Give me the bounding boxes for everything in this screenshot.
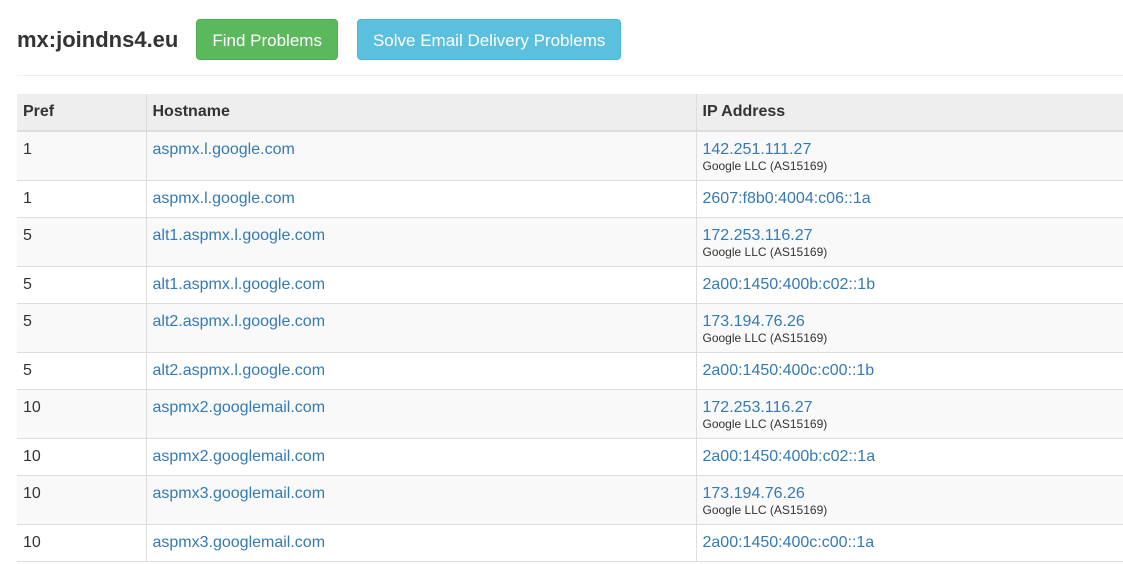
ip-address-link[interactable]: 2a00:1450:400b:c02::1b [703,276,1118,294]
hostname-link[interactable]: aspmx3.googlemail.com [153,485,326,502]
ip-address-cell: 173.194.76.26 Google LLC (AS15169) [695,303,1123,353]
hostname-link[interactable]: alt1.aspmx.l.google.com [153,276,326,293]
hostname-cell: aspmx3.googlemail.com [145,475,696,525]
ip-address-cell: 2a00:1450:400c:c00::1a [695,524,1123,562]
pref-cell: 5 [17,352,146,390]
table-row: 1 aspmx.l.google.com 142.251.111.27 Google … [17,131,1123,181]
hostname-cell: aspmx3.googlemail.com [145,524,696,562]
hostname-link[interactable]: aspmx.l.google.com [153,190,295,207]
hostname-cell: alt1.aspmx.l.google.com [145,217,696,267]
hostname-link[interactable]: aspmx2.googlemail.com [153,399,326,416]
asn-label: Google LLC (AS15169) [702,159,828,173]
table-body: 1 aspmx.l.google.com 142.251.111.27 Google … [17,131,1123,562]
pref-cell: 10 [17,438,146,476]
column-header-ip-address[interactable]: IP Address [695,94,1123,132]
hostname-cell: aspmx2.googlemail.com [145,389,696,439]
pref-cell: 5 [17,266,146,304]
table-row: 1 aspmx.l.google.com 2607:f8b0:4004:c06::1… [17,180,1123,218]
table-row: 10 aspmx2.googlemail.com 2a00:1450:400b:c0… [17,438,1123,476]
ip-address-link[interactable]: 2607:f8b0:4004:c06::1a [703,190,1118,208]
hostname-link[interactable]: aspmx.l.google.com [153,141,295,158]
hostname-cell: alt2.aspmx.l.google.com [145,352,696,390]
table-row: 5 alt2.aspmx.l.google.com 2a00:1450:400c:c… [17,352,1123,390]
pref-cell: 1 [17,131,146,181]
hostname-cell: aspmx2.googlemail.com [145,438,696,476]
column-header-hostname[interactable]: Hostname [145,94,696,132]
hostname-link[interactable]: alt2.aspmx.l.google.com [153,362,326,379]
ip-address-link[interactable]: 2a00:1450:400c:c00::1b [703,362,1118,380]
ip-address-cell: 142.251.111.27 Google LLC (AS15169) [695,131,1123,181]
table-row: 10 aspmx3.googlemail.com 2a00:1450:400c:c0… [17,524,1123,562]
table-row: 10 aspmx2.googlemail.com 172.253.116.27 Goo… [17,389,1123,439]
ip-address-cell: 2a00:1450:400c:c00::1b [695,352,1123,390]
pref-cell: 5 [17,303,146,353]
pref-cell: 10 [17,524,146,562]
table-header-row: Pref Hostname IP Address [17,94,1123,132]
ip-address-link[interactable]: 2a00:1450:400c:c00::1a [703,534,1118,552]
mx-records-table: Pref Hostname IP Address 1 aspmx.l.google… [17,94,1123,562]
ip-address-cell: 172.253.116.27 Google LLC (AS15169) [695,217,1123,267]
pref-cell: 10 [17,475,146,525]
ip-address-cell: 2a00:1450:400b:c02::1a [695,438,1123,476]
ip-address-link[interactable]: 142.251.111.27 [703,141,1118,159]
ip-address-link[interactable]: 172.253.116.27 [703,399,1118,417]
asn-label: Google LLC (AS15169) [702,330,828,345]
table-row: 5 alt1.aspmx.l.google.com 172.253.116.27 Go… [17,217,1123,267]
mx-lookup-page: mx:joindns4.eu Find Problems Solve Email… [0,0,1123,564]
hostname-link[interactable]: aspmx2.googlemail.com [153,448,326,465]
asn-label: Google LLC (AS15169) [702,502,828,517]
header-divider [17,75,1123,76]
hostname-cell: aspmx.l.google.com [145,180,696,218]
table-row: 5 alt2.aspmx.l.google.com 173.194.76.26 Goo… [17,303,1123,353]
hostname-link[interactable]: alt2.aspmx.l.google.com [153,313,326,330]
hostname-link[interactable]: alt1.aspmx.l.google.com [153,227,326,244]
pref-cell: 5 [17,217,146,267]
pref-cell: 10 [17,389,146,439]
hostname-link[interactable]: aspmx3.googlemail.com [153,534,326,551]
table-row: 5 alt1.aspmx.l.google.com 2a00:1450:400b:c… [17,266,1123,304]
ip-address-cell: 2607:f8b0:4004:c06::1a [695,180,1123,218]
column-header-pref[interactable]: Pref [17,94,146,132]
page-title: mx:joindns4.eu [17,26,179,52]
hostname-cell: aspmx.l.google.com [145,131,696,181]
find-problems-button[interactable]: Find Problems [196,19,338,60]
ip-address-link[interactable]: 2a00:1450:400b:c02::1a [703,448,1118,466]
pref-cell: 1 [17,180,146,218]
ip-address-cell: 173.194.76.26 Google LLC (AS15169) [695,475,1123,525]
hostname-cell: alt1.aspmx.l.google.com [145,266,696,304]
solve-email-delivery-button[interactable]: Solve Email Delivery Problems [356,19,622,60]
ip-address-link[interactable]: 173.194.76.26 [703,313,1118,331]
ip-address-link[interactable]: 172.253.116.27 [703,227,1118,245]
asn-label: Google LLC (AS15169) [702,244,828,259]
hostname-cell: alt2.aspmx.l.google.com [145,303,696,353]
table-row: 10 aspmx3.googlemail.com 173.194.76.26 Goog… [17,475,1123,525]
ip-address-cell: 2a00:1450:400b:c02::1b [695,266,1123,304]
asn-label: Google LLC (AS15169) [702,416,828,431]
ip-address-link[interactable]: 173.194.76.26 [703,485,1118,503]
ip-address-cell: 172.253.116.27 Google LLC (AS15169) [695,389,1123,439]
header-bar: mx:joindns4.eu Find Problems Solve Email… [17,19,622,60]
